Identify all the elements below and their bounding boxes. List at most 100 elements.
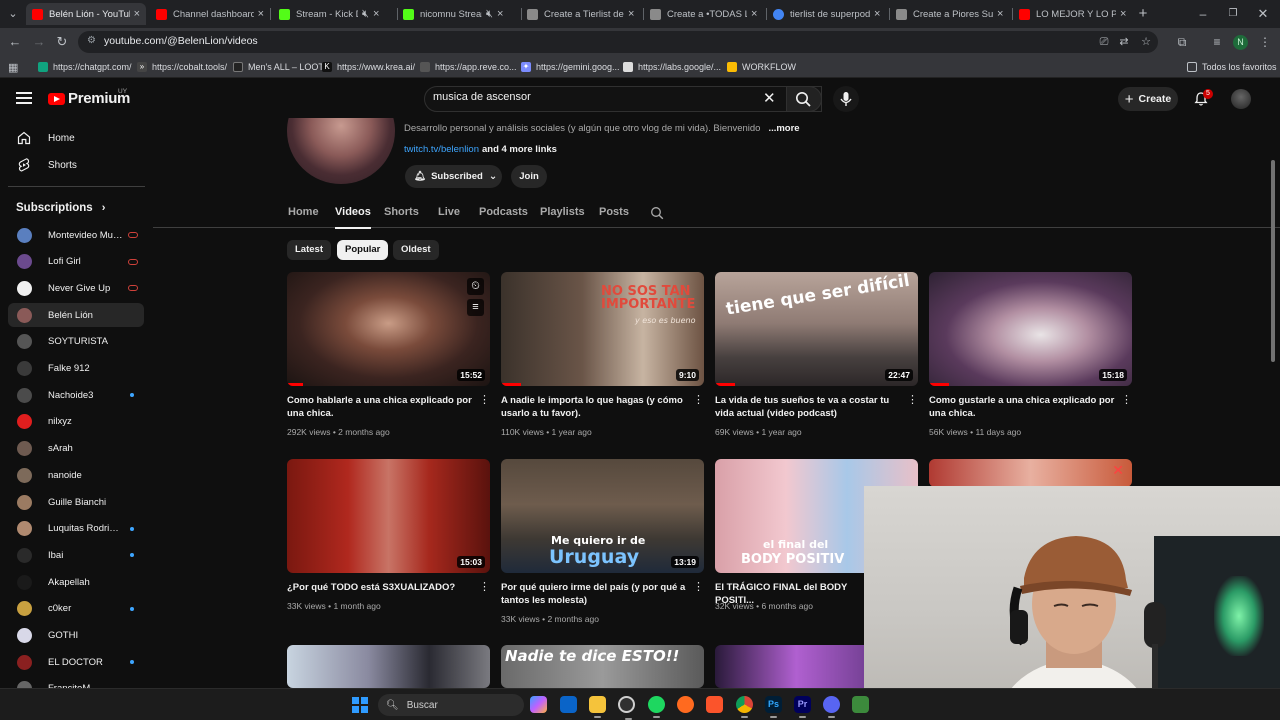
apps-grid-icon[interactable]: ▦	[8, 60, 18, 74]
video-title[interactable]: Como gustarle a una chica explicado por …	[929, 394, 1119, 420]
video-thumbnail[interactable]: 15:52	[287, 272, 490, 386]
watch-later-icon[interactable]: ⏲︎	[467, 278, 484, 295]
close-window-icon[interactable]: ✕	[1253, 4, 1273, 24]
windows-start-icon[interactable]	[352, 697, 368, 713]
bookmark-item[interactable]: WORKFLOW	[727, 60, 796, 74]
close-tab-icon[interactable]: ×	[874, 8, 880, 20]
sidebar-subscription[interactable]: EL DOCTOR	[8, 650, 144, 674]
outlook-icon[interactable]	[560, 696, 577, 713]
video-thumbnail[interactable]: Me quiero ir de Uruguay 13:19	[501, 459, 704, 573]
bookmark-item[interactable]: https://chatgpt.com/	[38, 60, 132, 74]
browser-tab[interactable]: Belén Lión - YouTube ×	[26, 3, 146, 25]
video-card[interactable]: ✕	[929, 459, 1132, 489]
video-thumbnail[interactable]	[287, 645, 490, 688]
browser-tab[interactable]: tierlist de superpode ×	[767, 3, 890, 25]
close-tab-icon[interactable]: ×	[751, 8, 757, 20]
browser-tab[interactable]: Create a •TODAS LAS ×	[644, 3, 767, 25]
sidebar-subscription[interactable]: Falke 912	[8, 357, 144, 381]
close-tab-icon[interactable]: ×	[134, 8, 140, 20]
video-card[interactable]: 15:52 ⏲︎ ≡ Como hablarle a una chica exp…	[287, 272, 490, 438]
page-scrollbar[interactable]	[1271, 160, 1275, 362]
sidebar-subscription[interactable]: GOTHI	[8, 624, 144, 648]
back-icon[interactable]: ←	[5, 32, 25, 52]
video-title[interactable]: Como hablarle a una chica explicado por …	[287, 394, 477, 420]
sidebar-subscription[interactable]: nilxyz	[8, 410, 144, 434]
video-thumbnail[interactable]	[929, 459, 1132, 487]
sidebar-subscription[interactable]: Luquitas Rodrigu...	[8, 517, 144, 541]
video-card[interactable]: tiene que ser difícil 22:47 La vida de t…	[715, 272, 918, 438]
file-explorer-icon[interactable]	[589, 696, 606, 718]
more-links-link[interactable]: and 4 more links	[482, 144, 557, 155]
video-menu-icon[interactable]: ⋮	[479, 394, 490, 407]
browser-tab[interactable]: nicomnu Stream 🔇︎ ×	[397, 3, 522, 25]
video-menu-icon[interactable]: ⋮	[693, 581, 704, 594]
sidebar-subscription[interactable]: c0ker	[8, 597, 144, 621]
video-card[interactable]: Nadie te dice ESTO!!	[501, 645, 704, 688]
tab-videos[interactable]: Videos	[335, 206, 371, 229]
bookmark-item[interactable]: Men's ALL – LOOT	[233, 60, 324, 74]
muted-audio-icon[interactable]: 🔇︎	[486, 8, 493, 21]
video-menu-icon[interactable]: ⋮	[693, 394, 704, 407]
close-tab-icon[interactable]: ×	[258, 8, 264, 20]
minimize-icon[interactable]: –	[1193, 4, 1213, 24]
install-app-icon[interactable]: ⎚	[1096, 35, 1112, 49]
video-card[interactable]: 15:18 Como gustarle a una chica explicad…	[929, 272, 1132, 438]
video-card[interactable]: 15:03 ¿Por qué TODO está S3XUALIZADO? 33…	[287, 459, 490, 625]
translate-icon[interactable]: ⇄	[1116, 35, 1132, 49]
video-title[interactable]: ¿Por qué TODO está S3XUALIZADO?	[287, 581, 477, 594]
voice-search-button[interactable]	[833, 86, 859, 112]
site-info-icon[interactable]: ⚙︎	[87, 35, 96, 46]
new-tab-button[interactable]: +	[1133, 4, 1153, 24]
reload-icon[interactable]: ↻	[52, 32, 72, 52]
sidebar-subscription[interactable]: Belén Lión	[8, 303, 144, 328]
remove-icon[interactable]: ✕	[1112, 462, 1124, 479]
video-menu-icon[interactable]: ⋮	[907, 394, 918, 407]
youtube-premium-logo[interactable]: Premium UY	[48, 88, 130, 107]
video-thumbnail[interactable]: tiene que ser difícil 22:47	[715, 272, 918, 386]
sidebar-subscription[interactable]: Never Give Up	[8, 276, 144, 300]
muted-audio-icon[interactable]: 🔇︎	[362, 8, 369, 21]
browser-tab[interactable]: Stream - Kick Das 🔇︎ ×	[273, 3, 398, 25]
tab-shorts[interactable]: Shorts	[384, 206, 419, 218]
spotify-icon[interactable]	[648, 696, 665, 718]
account-avatar[interactable]	[1231, 89, 1251, 109]
chrome-icon[interactable]	[736, 696, 753, 718]
sidebar-item-home[interactable]: Home	[8, 126, 144, 150]
firefox-icon[interactable]	[677, 696, 694, 713]
channel-search-icon[interactable]	[650, 206, 664, 220]
copilot-icon[interactable]	[530, 696, 547, 713]
video-title[interactable]: La vida de tus sueños te va a costar tu …	[715, 394, 905, 420]
close-tab-icon[interactable]: ×	[373, 8, 379, 20]
close-tab-icon[interactable]: ×	[497, 8, 503, 20]
sidebar-subscription[interactable]: SOYTURISTA	[8, 330, 144, 354]
address-bar[interactable]: ⚙︎ youtube.com/@BelenLion/videos ⎚ ⇄ ☆	[78, 31, 1158, 53]
obs-icon[interactable]	[618, 696, 635, 720]
tab-home[interactable]: Home	[288, 206, 319, 218]
browser-tab[interactable]: LO MEJOR Y LO PEO ×	[1013, 3, 1133, 25]
channel-avatar[interactable]	[287, 118, 395, 184]
join-button[interactable]: Join	[511, 165, 547, 188]
brave-icon[interactable]	[706, 696, 723, 713]
sidebar-subscription[interactable]: Guille Bianchi	[8, 490, 144, 514]
filter-latest[interactable]: Latest	[287, 240, 331, 260]
discord-icon[interactable]	[823, 696, 840, 718]
filter-oldest[interactable]: Oldest	[393, 240, 439, 260]
video-title[interactable]: A nadie le importa lo que hagas (y cómo …	[501, 394, 691, 420]
sidebar-subscription[interactable]: nanoide	[8, 463, 144, 487]
sidebar-subscription[interactable]: Lofi Girl	[8, 250, 144, 274]
sidebar-subscription[interactable]: Ibai	[8, 543, 144, 567]
clear-search-icon[interactable]: ✕	[763, 90, 776, 108]
video-card[interactable]: NO SOS TAN IMPORTANTE y eso es bueno 9:1…	[501, 272, 704, 438]
channel-description[interactable]: Desarrollo personal y análisis sociales …	[404, 123, 800, 134]
sidebar-subscription[interactable]: Montevideo Mus...	[8, 223, 144, 247]
subscriptions-heading[interactable]: Subscriptions ›	[16, 202, 105, 214]
taskbar-search[interactable]: 🔍︎ Buscar	[378, 694, 524, 716]
video-thumbnail[interactable]: 15:03	[287, 459, 490, 573]
sidebar-subscription[interactable]: sArah	[8, 437, 144, 461]
video-thumbnail[interactable]: NO SOS TAN IMPORTANTE y eso es bueno 9:1…	[501, 272, 704, 386]
sidebar-subscription[interactable]: Akapellah	[8, 570, 144, 594]
tab-playlists[interactable]: Playlists	[540, 206, 585, 218]
search-input[interactable]	[433, 91, 753, 103]
search-button[interactable]	[786, 86, 822, 112]
hamburger-menu-icon[interactable]	[16, 92, 32, 104]
